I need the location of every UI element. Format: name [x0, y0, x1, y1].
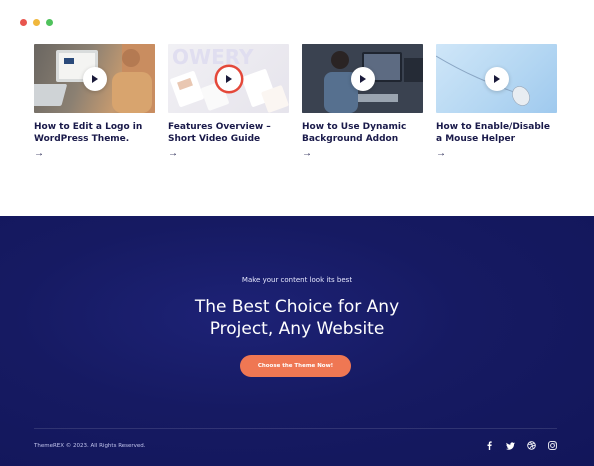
play-button[interactable]: [484, 66, 509, 91]
twitter-icon[interactable]: [506, 441, 515, 450]
play-button[interactable]: [350, 66, 375, 91]
card-title[interactable]: How to Edit a Logo in WordPress Theme.: [34, 122, 155, 145]
play-icon: [494, 74, 500, 83]
social-links: [485, 441, 557, 450]
dribbble-icon[interactable]: [527, 441, 536, 450]
copyright-text: ThemeREX © 2023. All Rights Reserved.: [34, 443, 146, 449]
arrow-right-icon[interactable]: →: [436, 149, 557, 159]
video-card-edit-logo[interactable]: How to Edit a Logo in WordPress Theme. →: [34, 44, 155, 159]
arrow-right-icon[interactable]: →: [302, 149, 423, 159]
play-icon: [226, 74, 232, 83]
play-icon: [360, 74, 366, 83]
footer-divider: [34, 428, 557, 429]
video-thumbnail[interactable]: OWERY: [168, 44, 289, 113]
choose-theme-button[interactable]: Choose the Theme Now!: [240, 355, 351, 377]
video-guides: How to Edit a Logo in WordPress Theme. →…: [34, 44, 557, 174]
instagram-icon[interactable]: [548, 441, 557, 450]
window-controls: [20, 19, 53, 26]
video-thumbnail[interactable]: [436, 44, 557, 113]
cta-eyebrow: Make your content look its best: [241, 276, 353, 284]
play-icon: [92, 74, 98, 83]
arrow-right-icon[interactable]: →: [168, 149, 289, 159]
cta-headline-line1: The Best Choice for Any: [194, 297, 400, 317]
play-button[interactable]: [82, 66, 107, 91]
video-card-dynamic-background[interactable]: How to Use Dynamic Background Addon →: [302, 44, 423, 159]
video-card-mouse-helper[interactable]: How to Enable/Disable a Mouse Helper →: [436, 44, 557, 159]
play-button[interactable]: [216, 66, 241, 91]
close-dot[interactable]: [20, 19, 27, 26]
card-title[interactable]: How to Use Dynamic Background Addon: [302, 122, 423, 145]
maximize-dot[interactable]: [46, 19, 53, 26]
video-thumbnail[interactable]: [34, 44, 155, 113]
card-title[interactable]: How to Enable/Disable a Mouse Helper: [436, 122, 557, 145]
cta-headline-line2: Project, Any Website: [209, 319, 385, 339]
arrow-right-icon[interactable]: →: [34, 149, 155, 159]
card-title[interactable]: Features Overview – Short Video Guide: [168, 122, 289, 145]
cta-footer-section: Make your content look its best The Best…: [0, 216, 594, 466]
facebook-icon[interactable]: [485, 441, 494, 450]
cta-headline: The Best Choice for Any Project, Any Web…: [0, 296, 594, 340]
video-thumbnail[interactable]: [302, 44, 423, 113]
video-card-features-overview[interactable]: OWERY Features Overview – Short Video Gu…: [168, 44, 289, 159]
svg-text:OWERY: OWERY: [172, 45, 254, 69]
minimize-dot[interactable]: [33, 19, 40, 26]
